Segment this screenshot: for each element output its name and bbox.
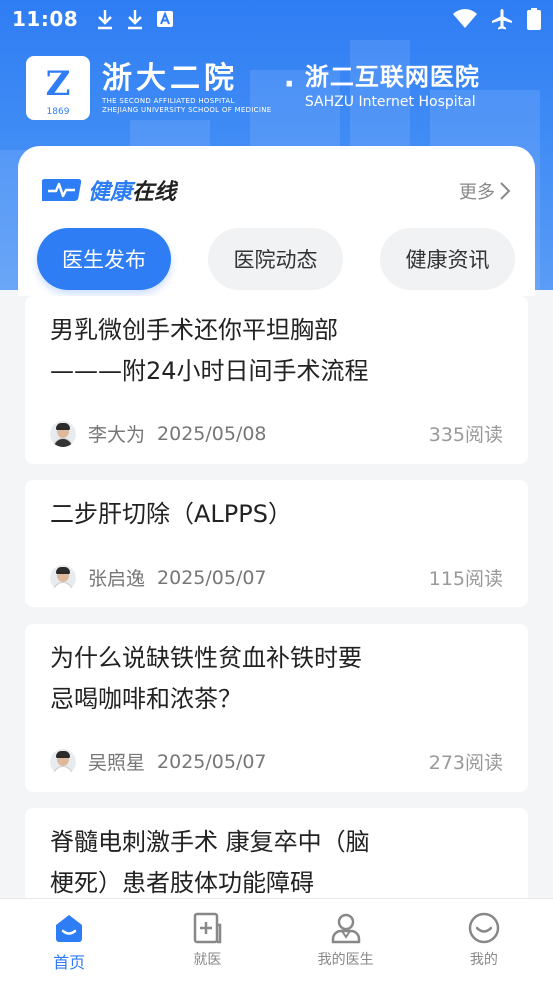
battery-icon — [527, 8, 541, 30]
news-tabs: 医生发布 医院动态 健康资讯 — [37, 228, 517, 290]
article-meta: 吴照星 2025/05/07 273阅读 — [50, 748, 503, 775]
hospital-name-en-2: ZHEJIANG UNIVERSITY SCHOOL OF MEDICINE — [102, 106, 272, 114]
nav-home[interactable]: 首页 — [0, 899, 138, 983]
article-title: 男乳微创手术还你平坦胸部 — [50, 316, 338, 344]
article-author: 张启逸 — [88, 568, 146, 590]
home-icon — [56, 915, 83, 942]
article-meta: 李大为 2025/05/08 335阅读 — [50, 420, 503, 447]
nav-profile[interactable]: 我的 — [415, 899, 553, 983]
name-separator: · — [283, 66, 295, 102]
internet-hospital-name: 浙二互联网医院 SAHZU Internet Hospital — [305, 61, 480, 111]
airplane-icon — [492, 9, 512, 30]
internet-hospital-cn: 浙二互联网医院 — [304, 63, 480, 91]
card-title-part2: 在线 — [132, 180, 177, 205]
nav-my-doctor[interactable]: 我的医生 — [277, 899, 415, 983]
article-title: 脊髓电刺激手术 康复卒中（脑 — [50, 828, 370, 856]
hospital-name: 浙大二院 THE SECOND AFFILIATED HOSPITAL ZHEJ… — [102, 61, 272, 115]
emblem-year: 1869 — [46, 107, 70, 117]
avatar — [50, 420, 76, 447]
tab-doctor-posts[interactable]: 医生发布 — [37, 228, 171, 290]
tab-label: 医生发布 — [62, 248, 146, 272]
nav-label: 我的 — [469, 952, 498, 968]
article-list: 男乳微创手术还你平坦胸部 ———附24小时日间手术流程 李大为 2025/05/… — [0, 296, 553, 898]
article-item[interactable]: 二步肝切除（ALPPS） 张启逸 2025/05/07 115阅读 — [25, 480, 528, 607]
article-title-line2: ———附24小时日间手术流程 — [50, 357, 369, 385]
hospital-name-en-1: THE SECOND AFFILIATED HOSPITAL — [102, 97, 235, 105]
internet-hospital-en: SAHZU Internet Hospital — [304, 94, 476, 110]
article-reads: 115阅读 — [428, 568, 503, 590]
more-link[interactable]: 更多 — [459, 178, 511, 204]
article-title: 为什么说缺铁性贫血补铁时要 — [50, 644, 362, 672]
article-author: 吴照星 — [88, 752, 146, 774]
nav-medical[interactable]: 就医 — [138, 899, 276, 983]
profile-icon — [468, 912, 500, 944]
health-online-card: 健康 在线 更多 医生发布 医院动态 健康资讯 — [18, 146, 535, 296]
wifi-icon — [453, 9, 477, 28]
article-item[interactable]: 脊髓电刺激手术 康复卒中（脑 梗死）患者肢体功能障碍 — [25, 808, 528, 898]
heartbeat-icon — [42, 179, 82, 201]
tab-health-info[interactable]: 健康资讯 — [380, 228, 515, 290]
chevron-right-icon — [500, 182, 511, 200]
nav-label: 我的医生 — [317, 952, 374, 968]
card-title-part1: 健康 — [88, 180, 133, 205]
font-download-icon — [157, 11, 174, 27]
article-title: 二步肝切除（ALPPS） — [50, 500, 292, 528]
article-reads: 335阅读 — [428, 424, 503, 446]
article-author: 李大为 — [88, 424, 146, 446]
more-label: 更多 — [459, 182, 495, 203]
article-item[interactable]: 为什么说缺铁性贫血补铁时要 忌喝咖啡和浓茶？ 吴照星 2025/05/07 27… — [25, 624, 528, 792]
nav-label: 就医 — [193, 952, 222, 968]
tab-hospital-news[interactable]: 医院动态 — [208, 228, 343, 290]
article-meta: 张启逸 2025/05/07 115阅读 — [50, 564, 503, 591]
article-date: 2025/05/07 — [157, 566, 267, 589]
emblem-mark: Z — [45, 64, 71, 104]
bottom-nav: 首页 就医 我的医生 我的 — [0, 898, 553, 983]
article-title-line2: 梗死）患者肢体功能障碍 — [50, 869, 314, 897]
article-date: 2025/05/08 — [157, 422, 267, 445]
avatar — [50, 564, 76, 591]
tab-label: 医院动态 — [233, 248, 318, 272]
hospital-logo: Z 1869 浙大二院 THE SECOND AFFILIATED HOSPIT… — [26, 56, 480, 120]
avatar — [50, 748, 76, 775]
card-title: 健康 在线 — [42, 174, 176, 206]
status-time: 11:08 — [12, 7, 79, 31]
article-item[interactable]: 男乳微创手术还你平坦胸部 ———附24小时日间手术流程 李大为 2025/05/… — [25, 296, 528, 464]
article-date: 2025/05/07 — [157, 750, 267, 773]
nav-label: 首页 — [53, 953, 86, 972]
download-icon — [128, 10, 143, 30]
download-icon — [98, 10, 113, 30]
doctor-icon — [331, 913, 360, 944]
article-title-line2: 忌喝咖啡和浓茶？ — [50, 685, 242, 713]
medical-icon — [194, 912, 222, 944]
hospital-emblem: Z 1869 — [26, 56, 90, 120]
status-bar: 11:08 — [0, 0, 553, 38]
article-reads: 273阅读 — [428, 752, 503, 774]
hospital-name-cn: 浙大二院 — [102, 61, 238, 96]
tab-label: 健康资讯 — [405, 248, 490, 272]
